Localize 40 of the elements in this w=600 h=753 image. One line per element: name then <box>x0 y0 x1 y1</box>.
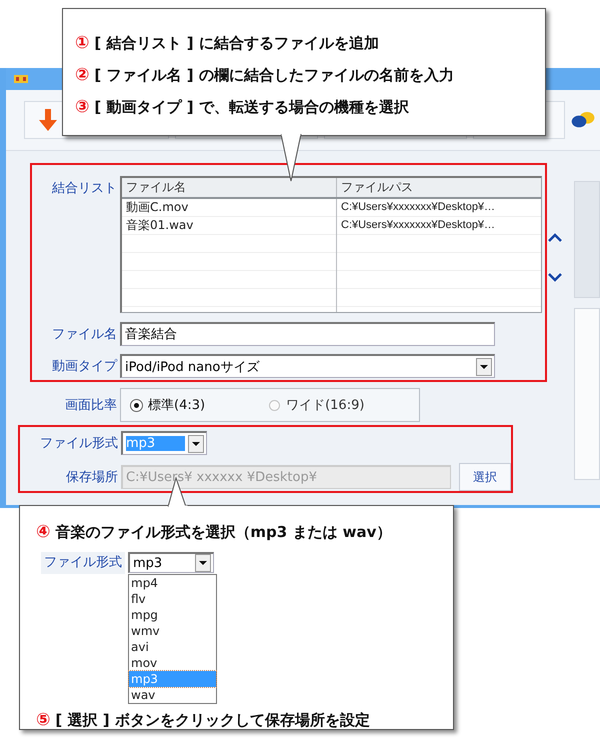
step-text: [ ファイル名 ] の欄に結合したファイルの名前を入力 <box>94 66 454 84</box>
file-name-field[interactable]: 音楽結合 <box>120 322 495 346</box>
dropdown-option[interactable]: mp4 <box>129 575 216 591</box>
field-label: 結合リスト <box>51 180 117 197</box>
table-cell: 音楽01.wav <box>122 216 336 234</box>
step-number: ① <box>75 33 90 53</box>
radio-option[interactable]: 標準(4:3) <box>131 396 206 414</box>
step-number: ② <box>75 65 90 85</box>
step-text: [ 結合リスト ] に結合するファイルを追加 <box>94 34 379 52</box>
step-number: ⑤ <box>36 710 50 730</box>
table-cell: C:¥Users¥xxxxxxx¥Desktop¥… <box>336 216 541 234</box>
video-type-dropdown[interactable]: iPod/iPod nanoサイズ <box>120 354 495 378</box>
dropdown-option[interactable]: wmv <box>129 623 216 639</box>
dropdown-option[interactable]: avi <box>129 639 216 655</box>
field-label: ファイル名 <box>51 326 117 343</box>
step-number: ④ <box>36 522 50 542</box>
dropdown-option[interactable]: mov <box>129 655 216 671</box>
step-text: [ 動画タイプ ] で、転送する場合の機種を選択 <box>94 98 409 116</box>
column-header: ファイル名 <box>122 178 336 198</box>
file-format-dropdown[interactable]: mp3 <box>128 552 214 573</box>
field-label: ファイル形式 <box>41 552 125 574</box>
field-label: 動画タイプ <box>51 358 117 375</box>
dropdown-option[interactable]: flv <box>129 591 216 607</box>
step-text: 音楽のファイル形式を選択（mp3 または wav） <box>55 522 392 542</box>
dropdown-option[interactable]: mpg <box>129 607 216 623</box>
column-header: ファイルパス <box>336 178 541 198</box>
dropdown-option[interactable]: wav <box>129 687 216 703</box>
field-label: ファイル形式 <box>39 435 118 452</box>
move-up-icon[interactable] <box>548 233 562 242</box>
app-icon <box>14 74 28 84</box>
step-text: [ 選択 ] ボタンをクリックして保存場所を設定 <box>55 710 370 730</box>
field-label: 画面比率 <box>64 397 117 414</box>
move-down-icon[interactable] <box>548 273 562 282</box>
down-arrow-icon <box>39 109 57 131</box>
table-cell: C:¥Users¥xxxxxxx¥Desktop¥… <box>336 198 541 216</box>
save-location-field: C:¥Users¥ xxxxxx ¥Desktop¥ <box>121 465 451 489</box>
step-number: ③ <box>75 97 90 117</box>
table-cell: 動画C.mov <box>122 198 336 216</box>
field-label: 保存場所 <box>65 469 118 486</box>
radio-option[interactable]: ワイド(16:9) <box>269 396 364 414</box>
